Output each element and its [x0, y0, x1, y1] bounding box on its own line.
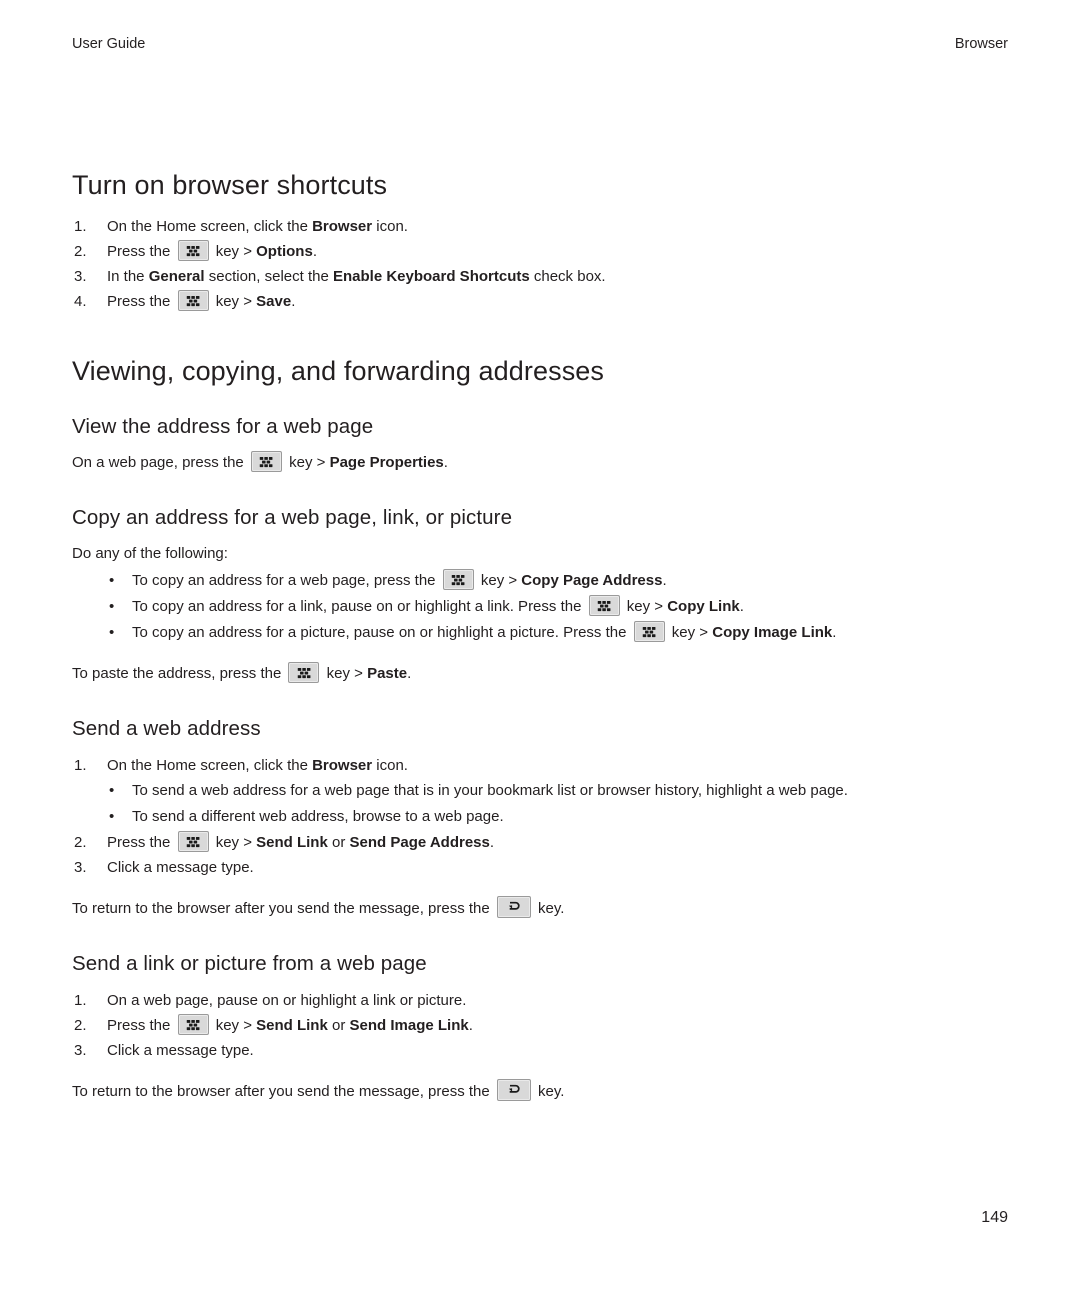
step-text: On a web page, pause on or highlight a l…: [107, 992, 467, 1009]
numbered-step: 1. On a web page, pause on or highlight a…: [72, 988, 1008, 1013]
bullet-glyph: •: [109, 572, 115, 589]
emphasis-term: Browser: [312, 757, 373, 774]
steps-turn-on-browser-shortcuts: 1. On the Home screen, click the Browser …: [72, 214, 1008, 314]
emphasis-term: Copy Page Address: [521, 572, 663, 589]
bullet-glyph: •: [109, 782, 115, 799]
list-item: • To copy an address for a web page, pres…: [72, 568, 1008, 594]
heading-turn-on-browser-shortcuts: Turn on browser shortcuts: [72, 170, 388, 200]
step-text: In the General section, select the Enabl…: [107, 268, 606, 285]
running-head-right: Browser: [954, 36, 1008, 52]
paragraph-view-address: On a web page, press the key > Page Prop…: [72, 451, 1008, 475]
document-page: User Guide Browser Turn on browser short…: [0, 0, 1080, 1296]
numbered-step: 1. On the Home screen, click the Browser …: [72, 214, 1008, 239]
emphasis-term: Copy Image Link: [712, 624, 833, 641]
step-text: Press the key > Options.: [107, 240, 317, 261]
numbered-step: 2. Press the key > Send Link or Send Imag…: [72, 1013, 1008, 1038]
emphasis-term: Enable Keyboard Shortcuts: [332, 268, 530, 285]
heading-copy-an-address: Copy an address for a web page, link, or…: [72, 506, 513, 529]
heading-send-a-link-or-picture: Send a link or picture from a web page: [72, 952, 427, 975]
blackberry-menu-key-icon: [177, 831, 209, 852]
step-text: Click a message type.: [107, 859, 254, 876]
numbered-step: 3. Click a message type.: [72, 855, 1008, 880]
blackberry-menu-key-icon: [442, 569, 474, 590]
step-number: 1.: [74, 757, 87, 774]
blackberry-menu-key-icon: [250, 451, 282, 472]
list-item-text: To copy an address for a link, pause on …: [132, 595, 744, 616]
step-number: 3.: [74, 268, 87, 285]
running-head-left: User Guide: [72, 36, 146, 52]
emphasis-term: Copy Link: [667, 598, 740, 615]
bullet-glyph: •: [109, 624, 115, 641]
running-head: User Guide Browser: [72, 34, 1008, 54]
blackberry-menu-key-icon: [288, 662, 320, 683]
emphasis-term: Options: [256, 243, 313, 260]
heading-viewing-copying-forwarding-addresses: Viewing, copying, and forwarding address…: [72, 356, 605, 386]
step-number: 2.: [74, 243, 87, 260]
heading-view-the-address-for-a-web-page: View the address for a web page: [72, 415, 374, 438]
step-number: 4.: [74, 293, 87, 310]
numbered-step: 3. Click a message type.: [72, 1038, 1008, 1063]
numbered-step: 4. Press the key > Save.: [72, 289, 1008, 314]
step-text: Click a message type.: [107, 1042, 254, 1059]
list-item-text: To copy an address for a web page, press…: [132, 569, 667, 590]
paragraph-return-to-browser-1: To return to the browser after you send …: [72, 896, 1008, 921]
step-text: Press the key > Send Link or Send Image …: [107, 1014, 473, 1035]
blackberry-menu-key-icon: [177, 1014, 209, 1035]
numbered-step: 3. In the General section, select the Ena…: [72, 264, 1008, 289]
blackberry-menu-key-icon: [177, 290, 209, 311]
list-item-text: To send a web address for a web page tha…: [132, 782, 848, 799]
step-number: 2.: [74, 834, 87, 851]
list-item-text: To send a different web address, browse …: [132, 808, 504, 825]
emphasis-term: Save: [256, 293, 292, 310]
step-text: On the Home screen, click the Browser ic…: [107, 757, 408, 774]
emphasis-term: Browser: [312, 218, 373, 235]
nested-bullet-list: • To send a web address for a web page th…: [72, 778, 1008, 830]
numbered-step: 2. Press the key > Send Link or Send Page…: [72, 830, 1008, 855]
list-item: • To send a web address for a web page th…: [72, 778, 1008, 804]
list-item: • To copy an address for a link, pause on…: [72, 594, 1008, 620]
blackberry-menu-key-icon: [633, 621, 665, 642]
list-item: • To copy an address for a picture, pause…: [72, 620, 1008, 646]
step-number: 1.: [74, 992, 87, 1009]
page-content: Turn on browser shortcuts 1. On the Home …: [72, 168, 1008, 1106]
emphasis-term: Send Link: [256, 1017, 328, 1034]
nested-bullets-wrapper: • To send a web address for a web page th…: [72, 778, 1008, 830]
step-text: Press the key > Save.: [107, 290, 295, 311]
emphasis-term: Send Link: [256, 834, 328, 851]
list-item-text: To copy an address for a picture, pause …: [132, 621, 836, 642]
numbered-step: 1. On the Home screen, click the Browser …: [72, 753, 1008, 778]
emphasis-term: Send Image Link: [349, 1017, 469, 1034]
emphasis-term: Send Page Address: [349, 834, 490, 851]
bullet-glyph: •: [109, 808, 115, 825]
list-item: • To send a different web address, browse…: [72, 804, 1008, 830]
emphasis-term: Paste: [367, 665, 408, 682]
step-number: 3.: [74, 1042, 87, 1059]
paragraph-return-to-browser-2: To return to the browser after you send …: [72, 1079, 1008, 1104]
step-number: 1.: [74, 218, 87, 235]
paragraph-copy-intro: Do any of the following:: [72, 545, 228, 562]
bullet-glyph: •: [109, 598, 115, 615]
numbered-step: 2. Press the key > Options.: [72, 239, 1008, 264]
heading-send-a-web-address: Send a web address: [72, 717, 261, 740]
bullets-copy-an-address: • To copy an address for a web page, pres…: [72, 568, 1008, 646]
escape-back-key-icon: [496, 896, 531, 918]
steps-send-a-link-or-picture: 1. On a web page, pause on or highlight a…: [72, 988, 1008, 1063]
blackberry-menu-key-icon: [177, 240, 209, 261]
page-number: 149: [981, 1209, 1008, 1226]
emphasis-term: General: [148, 268, 205, 285]
paragraph-paste-address: To paste the address, press the key > Pa…: [72, 662, 1008, 686]
escape-back-key-icon: [496, 1079, 531, 1101]
steps-send-a-web-address: 1. On the Home screen, click the Browser …: [72, 753, 1008, 880]
blackberry-menu-key-icon: [588, 595, 620, 616]
emphasis-term: Page Properties: [329, 454, 444, 471]
step-number: 3.: [74, 859, 87, 876]
step-number: 2.: [74, 1017, 87, 1034]
step-text: Press the key > Send Link or Send Page A…: [107, 831, 494, 852]
step-text: On the Home screen, click the Browser ic…: [107, 218, 408, 235]
